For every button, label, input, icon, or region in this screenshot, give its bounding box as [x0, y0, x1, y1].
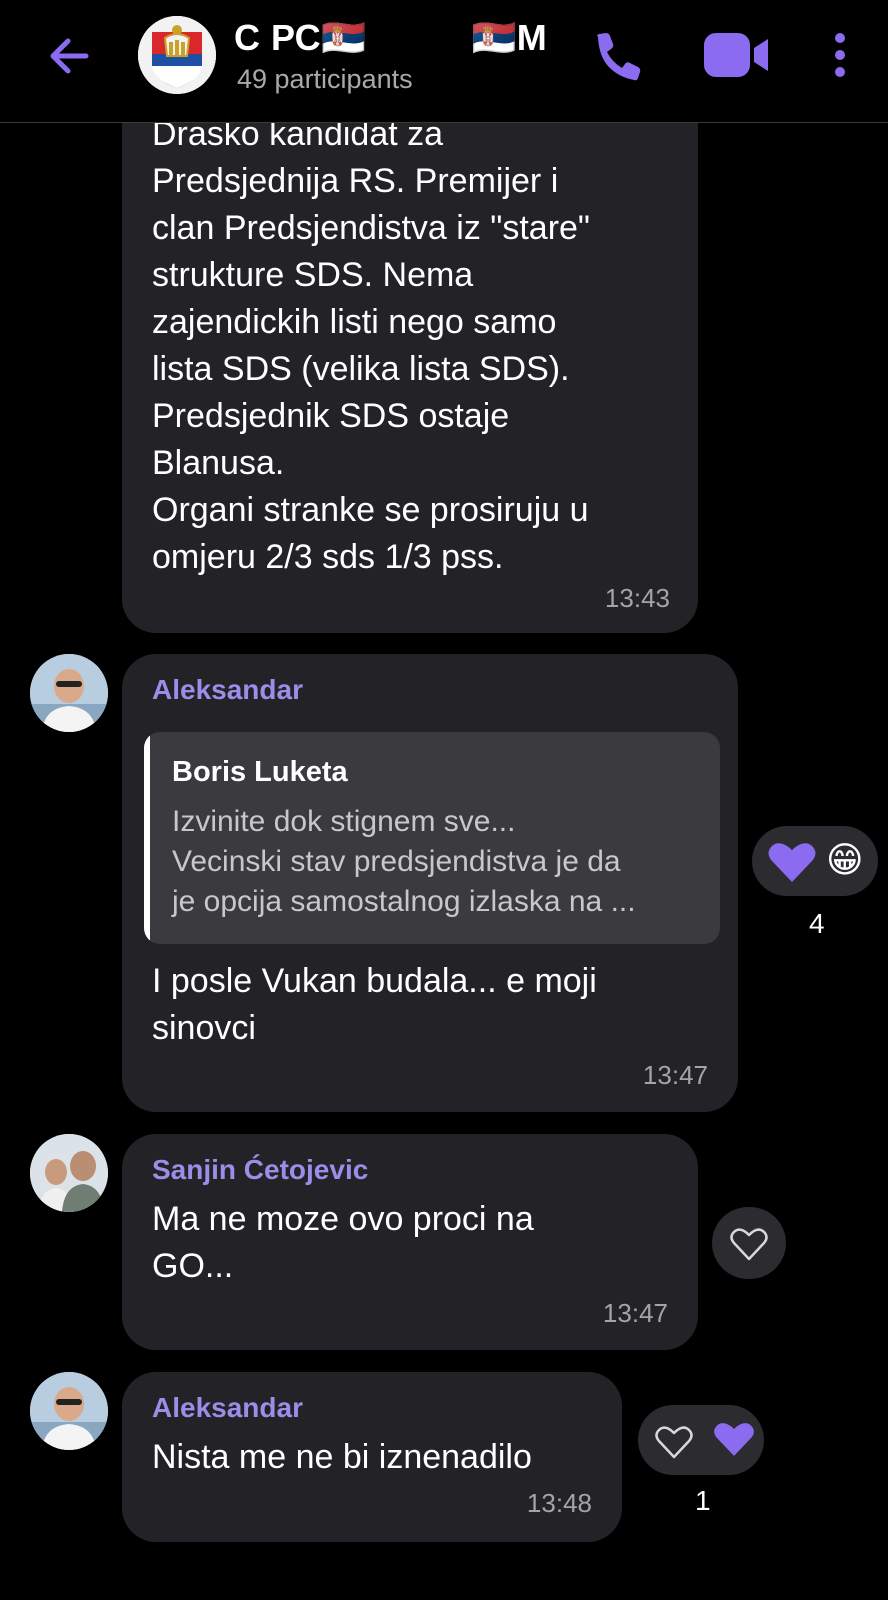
- reaction-count: 1: [695, 1485, 711, 1516]
- phone-icon: [597, 33, 641, 81]
- quote-text: Izvinite dok stignem sve... Vecinski sta…: [172, 805, 636, 918]
- message-list[interactable]: Drasko kandidat za Predsjednija RS. Prem…: [0, 123, 888, 1600]
- quoted-message[interactable]: Boris Luketa Izvinite dok stignem sve...…: [144, 732, 720, 944]
- more-options-button[interactable]: [828, 30, 852, 82]
- arrow-left-icon: [50, 38, 89, 74]
- heart-outline-icon: [730, 1228, 768, 1261]
- avatar[interactable]: [30, 1134, 108, 1212]
- sender-name[interactable]: Aleksandar: [152, 1392, 303, 1424]
- reaction-count: 4: [809, 908, 825, 939]
- avatar[interactable]: [30, 654, 108, 732]
- quote-author: Boris Luketa: [172, 756, 348, 788]
- message-text: Drasko kandidat za Predsjednija RS. Prem…: [152, 123, 590, 576]
- video-call-button[interactable]: [702, 28, 772, 82]
- message-text: I posle Vukan budala... e moji sinovci: [152, 962, 597, 1047]
- message-text: Ma ne moze ovo proci na GO...: [152, 1200, 534, 1285]
- heart-filled-icon: [768, 843, 816, 882]
- chat-header: С РС🇷🇸 🇷🇸М 49 participants: [0, 0, 888, 123]
- group-title[interactable]: С РС🇷🇸 🇷🇸М: [234, 16, 547, 60]
- message-bubble[interactable]: Drasko kandidat za Predsjednija RS. Prem…: [122, 123, 698, 633]
- message-bubble[interactable]: Aleksandar Nista me ne bi iznenadilo 13:…: [122, 1372, 622, 1542]
- avatar[interactable]: [30, 1372, 108, 1450]
- participants-count: 49 participants: [237, 64, 413, 94]
- sender-name[interactable]: Sanjin Ćetojevic: [152, 1154, 368, 1186]
- video-camera-icon: [704, 33, 768, 77]
- message-time: 13:47: [602, 1298, 668, 1328]
- user-photo-icon: [30, 1134, 108, 1212]
- user-photo-icon: [30, 1372, 108, 1450]
- message-text: Nista me ne bi iznenadilo: [152, 1438, 532, 1476]
- message-time: 13:43: [604, 583, 670, 613]
- quote-bar: [144, 732, 150, 944]
- call-button[interactable]: [590, 30, 646, 82]
- react-button[interactable]: [712, 1207, 786, 1279]
- group-avatar[interactable]: [138, 16, 216, 94]
- heart-outline-icon: [655, 1426, 693, 1459]
- coat-of-arms-icon: [138, 16, 216, 94]
- grinning-emoji: 😁: [826, 839, 864, 880]
- heart-filled-icon: [714, 1423, 754, 1456]
- sender-name[interactable]: Aleksandar: [152, 674, 303, 706]
- back-button[interactable]: [44, 30, 96, 82]
- reactions-pill[interactable]: 😁: [752, 826, 878, 896]
- message-time: 13:48: [526, 1488, 592, 1518]
- more-vertical-icon: [835, 33, 845, 77]
- message-time: 13:47: [642, 1060, 708, 1090]
- message-bubble[interactable]: Sanjin Ćetojevic Ma ne moze ovo proci na…: [122, 1134, 698, 1350]
- message-bubble[interactable]: Aleksandar Boris Luketa Izvinite dok sti…: [122, 654, 738, 1112]
- user-photo-icon: [30, 654, 108, 732]
- reactions-pill[interactable]: [638, 1405, 764, 1475]
